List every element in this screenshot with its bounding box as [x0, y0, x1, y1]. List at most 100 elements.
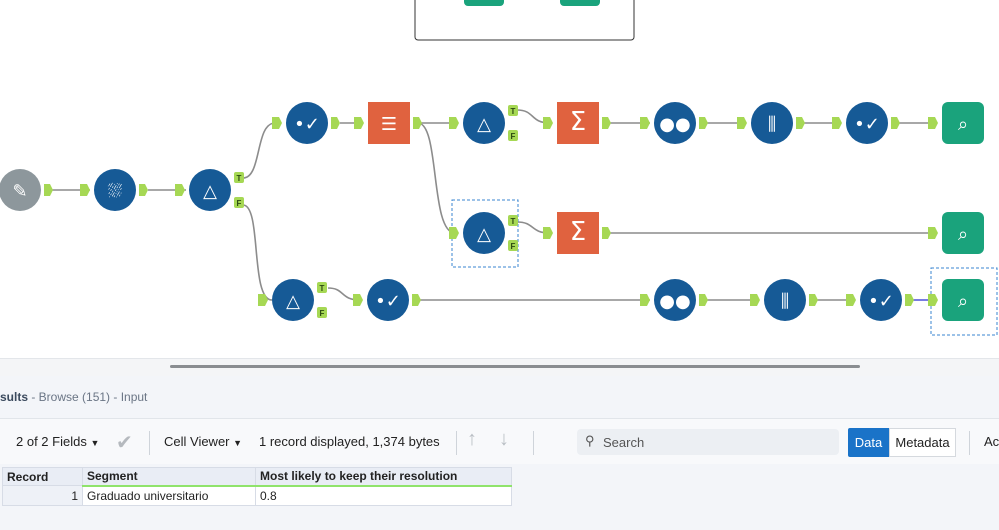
join-tool[interactable]: ●● — [640, 102, 708, 144]
select-tool[interactable]: •✓ — [353, 279, 421, 321]
workflow-canvas[interactable]: ✎ ⛆ △ T F •✓ ☰ △ T F Σ ●● ⫼ •✓ ⌕ △ T F Σ ⌕ △ T F •✓ ●● ⫼ •✓ ⌕ — [0, 0, 999, 360]
input-anchor — [354, 117, 364, 129]
join-icon: ●● — [659, 114, 690, 135]
fields-dropdown[interactable]: 2 of 2 Fields ▼ — [16, 434, 99, 449]
browse-icon: ⌕ — [958, 114, 968, 135]
select-tool[interactable]: •✓ — [846, 279, 914, 321]
input-anchor — [449, 227, 459, 239]
results-table: Record Segment Most likely to keep their… — [2, 467, 512, 506]
metadata-tab[interactable]: Metadata — [889, 428, 956, 457]
output-anchor — [809, 294, 818, 306]
search-icon: ⚲ — [585, 433, 595, 448]
input-anchor — [80, 184, 90, 196]
table-cell[interactable]: Graduado universitario — [82, 485, 256, 506]
select-tool[interactable]: •✓ — [272, 102, 340, 144]
arrow-up-icon[interactable]: ↑ — [467, 428, 477, 451]
arrow-down-icon[interactable]: ↓ — [499, 428, 509, 451]
anchor-label: T — [237, 174, 242, 183]
search-input[interactable]: ⚲ Search — [577, 429, 839, 455]
container-box — [414, 0, 635, 41]
browse-tool[interactable]: ⌕ — [928, 212, 984, 254]
anchor-label: F — [511, 132, 516, 141]
column-header[interactable]: Most likely to keep their resolution — [255, 467, 512, 487]
results-title: sults - Browse (151) - Input — [0, 390, 148, 404]
tool-icon-partial — [464, 0, 504, 6]
input-anchor — [928, 294, 938, 306]
output-anchor — [44, 184, 53, 196]
chevron-down-icon: ▼ — [233, 438, 243, 448]
record-info: 1 record displayed, 1,374 bytes — [259, 434, 440, 449]
formula-icon: ⫼ — [768, 114, 776, 135]
output-anchor — [413, 117, 422, 129]
summarize-icon: Σ — [570, 217, 586, 247]
results-toolbar: 2 of 2 Fields ▼ ✔ Cell Viewer ▼ 1 record… — [0, 418, 999, 464]
input-icon: ✎ — [12, 181, 27, 202]
anchor-label: T — [320, 284, 325, 293]
check-icon[interactable]: ✔ — [116, 430, 133, 455]
actions-button[interactable]: Ac — [984, 434, 999, 449]
data-cleansing-tool[interactable]: ⛆ — [80, 169, 148, 211]
output-anchor — [139, 184, 148, 196]
anchor-label: T — [511, 107, 516, 116]
filter-tool[interactable]: △ T F — [258, 279, 327, 321]
anchor-label: F — [237, 199, 242, 208]
select-icon: •✓ — [868, 291, 894, 312]
summarize-icon: Σ — [570, 107, 586, 137]
workflow-diagram: ✎ ⛆ △ T F •✓ ☰ △ T F Σ ●● ⫼ •✓ ⌕ △ T F Σ ⌕ △ T F •✓ ●● ⫼ •✓ ⌕ — [0, 0, 998, 336]
input-anchor — [928, 227, 938, 239]
column-header[interactable]: Record — [2, 467, 83, 486]
union-tool[interactable]: ●● — [640, 279, 708, 321]
browse-tool[interactable]: ⌕ — [928, 102, 984, 144]
input-anchor — [832, 117, 842, 129]
output-anchor — [331, 117, 340, 129]
output-anchor — [412, 294, 421, 306]
formula-tool[interactable]: ⫼ — [750, 279, 818, 321]
column-header[interactable]: Segment — [82, 467, 256, 487]
formula-tool[interactable]: ⫼ — [737, 102, 805, 144]
crosstab-tool[interactable]: ☰ — [354, 102, 422, 144]
summarize-tool[interactable]: Σ — [543, 102, 611, 144]
select-icon: •✓ — [294, 114, 320, 135]
table-cell[interactable]: 0.8 — [255, 485, 512, 506]
filter-tool[interactable]: △ T F — [449, 102, 518, 144]
chevron-down-icon: ▼ — [90, 438, 100, 448]
output-anchor — [699, 117, 708, 129]
input-anchor — [750, 294, 760, 306]
data-tab[interactable]: Data — [848, 428, 889, 457]
input-anchor — [353, 294, 363, 306]
select-icon: •✓ — [375, 291, 401, 312]
crosstab-icon: ☰ — [381, 114, 397, 135]
horizontal-scrollbar[interactable] — [170, 365, 860, 368]
record-number: 1 — [2, 485, 83, 506]
results-panel: sults - Browse (151) - Input 2 of 2 Fiel… — [0, 376, 999, 530]
anchor-label: T — [511, 217, 516, 226]
output-anchor — [796, 117, 805, 129]
input-anchor — [928, 117, 938, 129]
input-anchor — [449, 117, 459, 129]
input-anchor — [258, 294, 268, 306]
anchor-label: F — [320, 309, 325, 318]
input-anchor — [175, 184, 185, 196]
filter-icon: △ — [477, 224, 491, 245]
input-anchor — [543, 227, 553, 239]
input-anchor — [846, 294, 856, 306]
table-header-row: Record Segment Most likely to keep their… — [2, 467, 512, 487]
output-anchor — [905, 294, 914, 306]
browse-tool[interactable]: ⌕ — [928, 279, 984, 321]
output-anchor — [602, 117, 611, 129]
formula-icon: ⫼ — [781, 291, 789, 312]
anchor-label: F — [511, 242, 516, 251]
summarize-tool[interactable]: Σ — [543, 212, 611, 254]
output-anchor — [699, 294, 708, 306]
filter-icon: △ — [477, 114, 491, 135]
select-tool[interactable]: •✓ — [832, 102, 900, 144]
input-anchor — [737, 117, 747, 129]
cell-viewer-dropdown[interactable]: Cell Viewer ▼ — [164, 434, 242, 449]
input-anchor — [640, 117, 650, 129]
select-icon: •✓ — [854, 114, 880, 135]
input-tool[interactable]: ✎ — [0, 169, 53, 211]
filter-tool[interactable]: △ T F — [449, 212, 518, 254]
table-row: 1 Graduado universitario 0.8 — [2, 485, 512, 506]
tool-icon-partial — [560, 0, 600, 6]
browse-icon: ⌕ — [958, 224, 968, 245]
